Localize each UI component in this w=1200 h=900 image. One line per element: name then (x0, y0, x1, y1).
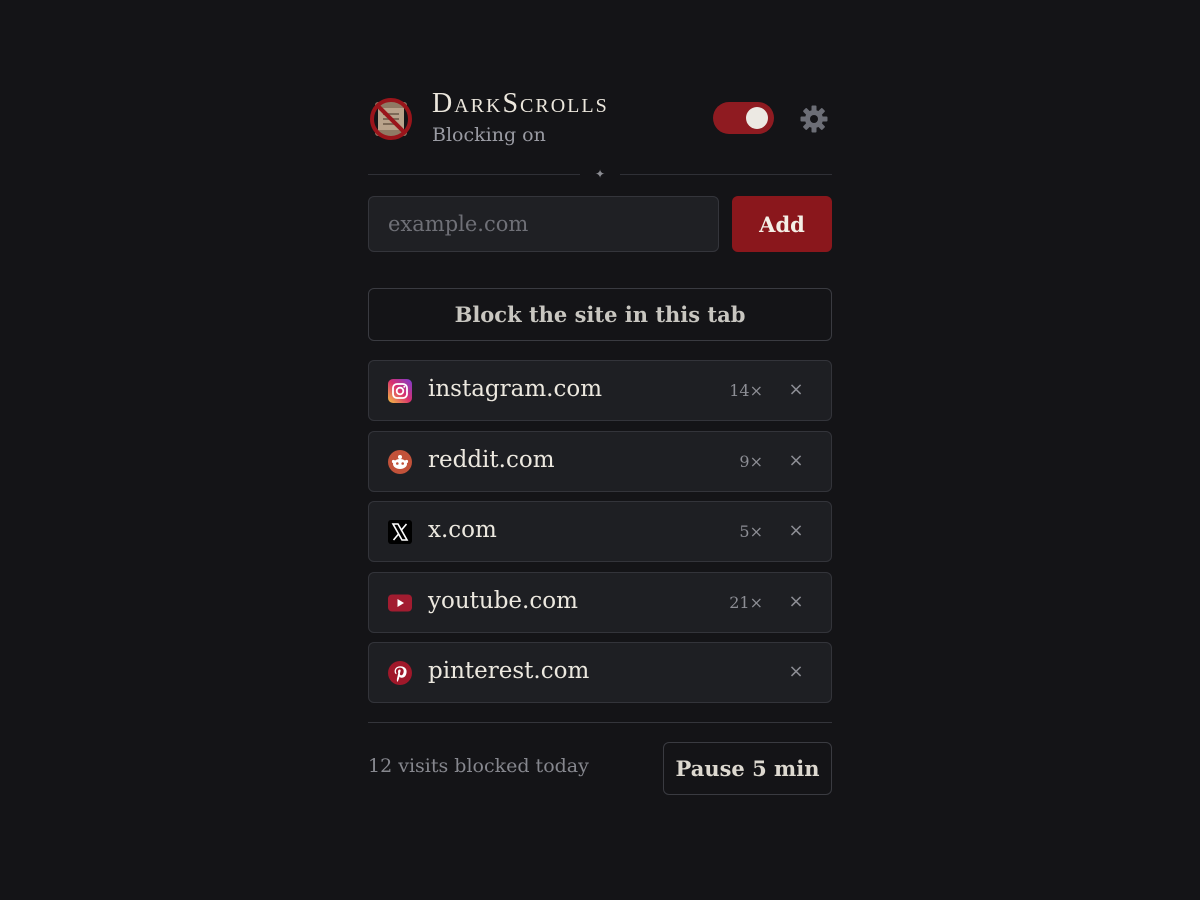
site-name: x.com (428, 517, 497, 543)
site-row-x: x.com 5× × (368, 501, 832, 562)
blocking-status: Blocking on (432, 124, 546, 146)
block-count: 21× (729, 592, 763, 612)
toggle-knob (746, 107, 768, 129)
blocked-visits-stat: 12 visits blocked today (368, 754, 589, 777)
divider-rule-left (368, 174, 580, 175)
divider-rule-right (620, 174, 832, 175)
site-name: pinterest.com (428, 658, 590, 684)
block-count: 14× (729, 381, 763, 400)
remove-site-button[interactable]: × (787, 660, 805, 684)
site-input[interactable] (368, 196, 719, 252)
site-name: instagram.com (428, 376, 603, 402)
add-site-row: Add (368, 196, 832, 254)
pinterest-icon (388, 661, 412, 685)
site-row-instagram: instagram.com 14× × (368, 360, 832, 421)
site-row-youtube: youtube.com 21× × (368, 571, 832, 633)
site-row-reddit: reddit.com 9× × (368, 430, 832, 492)
blocked-site-list: instagram.com 14× × reddit.com 9× × x.co… (368, 360, 832, 703)
site-row-pinterest: pinterest.com × (368, 642, 832, 703)
popup-panel: DarkScrolls Blocking on ✦ Add (368, 86, 832, 796)
youtube-icon (388, 594, 412, 611)
divider-ornament: ✦ (594, 167, 606, 181)
block-count: 9× (739, 451, 763, 471)
header: DarkScrolls Blocking on (368, 86, 832, 156)
remove-site-button[interactable]: × (787, 519, 805, 543)
remove-site-button[interactable]: × (787, 590, 805, 614)
footer: 12 visits blocked today Pause 5 min (368, 721, 832, 796)
blocking-toggle[interactable] (713, 102, 774, 134)
x-icon (388, 520, 412, 544)
reddit-icon (388, 449, 412, 474)
site-name: youtube.com (428, 587, 578, 614)
app-title: DarkScrolls (432, 88, 609, 119)
pause-button[interactable]: Pause 5 min (663, 741, 832, 795)
site-name: reddit.com (428, 446, 555, 473)
no-scroll-logo-icon (370, 98, 412, 140)
add-button[interactable]: Add (732, 196, 832, 252)
instagram-icon (388, 379, 412, 403)
block-count: 5× (739, 522, 763, 541)
header-divider: ✦ (368, 156, 832, 196)
remove-site-button[interactable]: × (787, 449, 805, 473)
block-current-tab-button[interactable]: Block the site in this tab (368, 288, 832, 341)
gear-icon[interactable] (799, 104, 829, 134)
remove-site-button[interactable]: × (787, 378, 805, 402)
